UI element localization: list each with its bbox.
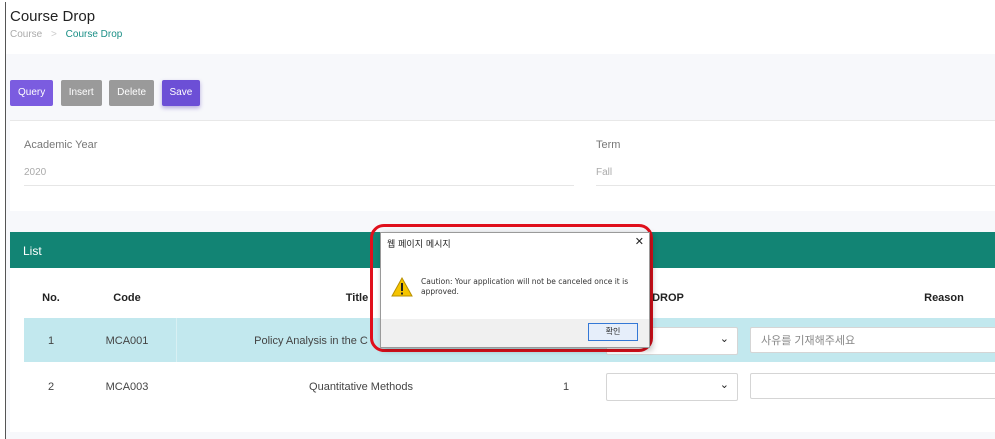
term-field[interactable]: Fall xyxy=(596,167,612,178)
column-header-code: Code xyxy=(113,292,141,304)
row-code: MCA003 xyxy=(105,381,149,393)
save-button[interactable]: Save xyxy=(161,80,201,106)
term-label: Term xyxy=(596,139,621,151)
row-title: Quantitative Methods xyxy=(309,381,413,393)
academic-year-field[interactable]: 2020 xyxy=(24,167,46,178)
app-frame: Course Drop Course > Course Drop Query I… xyxy=(5,2,995,439)
query-button[interactable]: Query xyxy=(10,80,54,106)
message-dialog: 웹 페이지 메시지 ✕ Caution: Your application wi… xyxy=(380,232,650,348)
breadcrumb-item-course[interactable]: Course xyxy=(10,29,42,40)
warning-icon xyxy=(391,277,413,297)
breadcrumb-item-current: Course Drop xyxy=(65,29,123,40)
row-no: 1 xyxy=(47,335,55,347)
drop-select[interactable]: ⌄ xyxy=(606,373,738,401)
delete-button[interactable]: Delete xyxy=(109,80,155,106)
column-header-reason: Reason xyxy=(924,292,964,304)
row-credit: 1 xyxy=(562,381,570,393)
breadcrumb: Course > Course Drop xyxy=(10,29,122,40)
chevron-down-icon: ⌄ xyxy=(719,333,729,345)
row-no: 2 xyxy=(47,381,55,393)
insert-button[interactable]: Insert xyxy=(60,80,102,106)
column-header-no: No. xyxy=(42,292,60,304)
close-icon[interactable]: ✕ xyxy=(635,235,644,248)
page-header: Course Drop Course > Course Drop xyxy=(6,2,995,54)
chevron-down-icon: ⌄ xyxy=(719,379,729,391)
academic-year-label: Academic Year xyxy=(24,139,98,151)
reason-input[interactable] xyxy=(750,373,995,399)
row-code: MCA001 xyxy=(105,335,149,347)
row-title: Policy Analysis in the C xyxy=(254,335,368,347)
dialog-title: 웹 페이지 메시지 xyxy=(387,240,451,250)
dialog-footer: 확인 xyxy=(381,319,649,347)
filter-panel: Academic Year 2020 Term Fall xyxy=(10,120,995,211)
cell-divider xyxy=(176,318,177,362)
breadcrumb-separator: > xyxy=(51,29,57,40)
page-title: Course Drop xyxy=(10,8,96,25)
column-header-title: Title xyxy=(345,292,369,304)
academic-year-underline xyxy=(24,185,574,186)
reason-input[interactable]: 사유를 기재해주세요 xyxy=(750,327,995,353)
ok-button[interactable]: 확인 xyxy=(588,323,638,341)
term-underline xyxy=(596,185,995,186)
toolbar: Query Insert Delete Save xyxy=(10,80,203,106)
column-header-drop: DROP xyxy=(652,292,684,304)
dialog-message: Caution: Your application will not be ca… xyxy=(421,277,629,296)
list-title: List xyxy=(23,244,42,258)
